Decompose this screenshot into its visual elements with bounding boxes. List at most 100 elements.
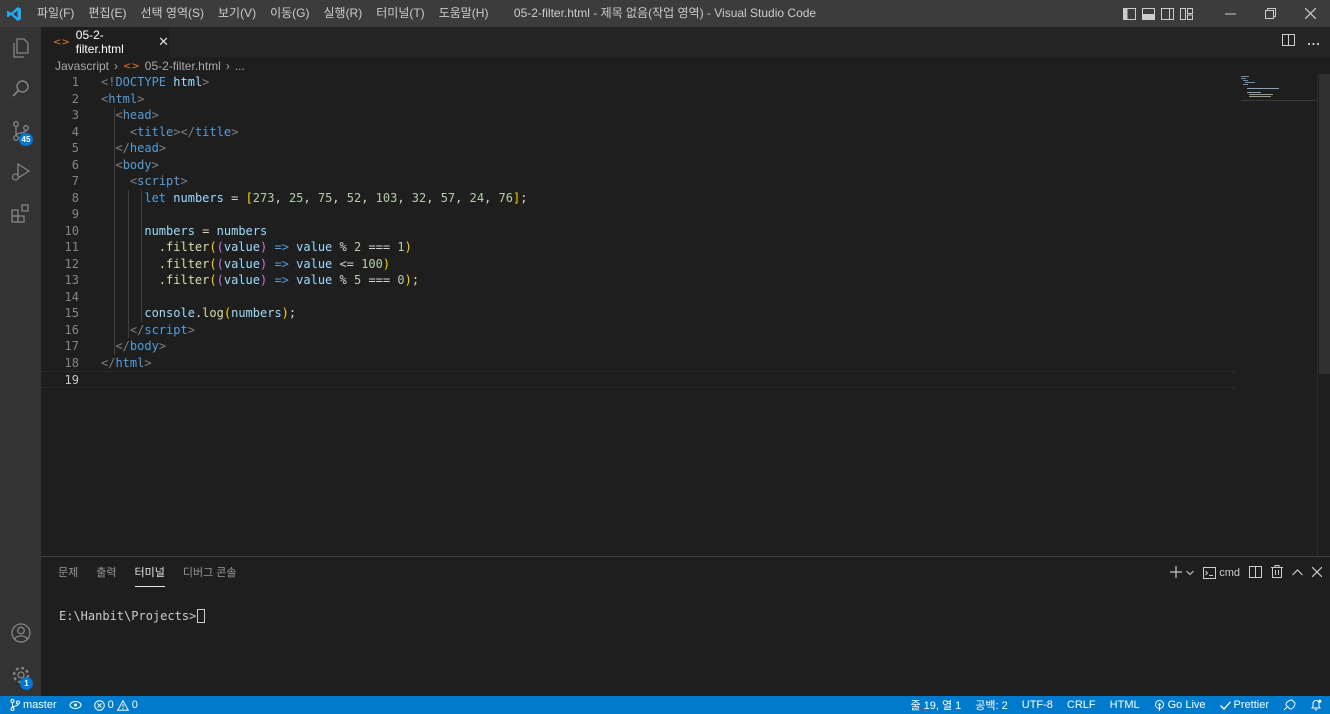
editor-tab-bar: <> 05-2-filter.html ✕ [41,27,1330,57]
terminal-selector[interactable]: cmd [1203,567,1240,579]
git-branch-label: master [23,699,57,711]
line-number: 12 [64,256,79,271]
explorer-icon[interactable] [0,28,41,68]
more-actions-icon[interactable] [1307,33,1320,51]
prettier-label: Prettier [1233,699,1269,711]
restore-icon[interactable] [1250,0,1290,27]
close-panel-icon[interactable] [1311,566,1323,580]
menu-terminal[interactable]: 터미널(T) [369,0,431,27]
code-line: 18 </html> [41,355,1236,372]
chevron-right-icon: › [225,59,230,73]
new-terminal-icon[interactable] [1170,565,1183,581]
menu-file[interactable]: 파일(F) [30,0,81,27]
menu-go[interactable]: 이동(G) [263,0,316,27]
feedback-icon[interactable] [1283,699,1296,711]
code-line: 9 [41,206,1236,223]
html-file-icon: <> [123,60,140,72]
code-line: 15 console.log(numbers); [41,305,1236,322]
breadcrumb-folder[interactable]: Javascript [55,59,109,73]
problems-status[interactable]: 0 0 [93,699,138,711]
tab-label: 05-2-filter.html [75,28,124,56]
code-line: 2 <html> [41,91,1236,108]
run-debug-icon[interactable] [0,152,41,192]
notifications-bell-icon[interactable] [1310,699,1322,711]
language-mode[interactable]: HTML [1110,699,1140,711]
extensions-icon[interactable] [0,193,41,233]
warning-count: 0 [131,699,138,711]
line-number: 7 [71,174,79,188]
menu-help[interactable]: 도움말(H) [432,0,496,27]
breadcrumb: Javascript › <> 05-2-filter.html › ... [55,58,245,74]
code-line: 1 <!DOCTYPE html> [41,74,1236,91]
line-number: 11 [64,240,79,254]
line-number: 13 [64,273,79,287]
go-live-label: Go Live [1167,699,1206,711]
activity-bar: 45 1 [0,27,41,696]
close-tab-icon[interactable]: ✕ [158,34,169,50]
broadcast-icon [1154,699,1164,711]
toggle-primary-sidebar-icon[interactable] [1120,0,1139,27]
line-number: 3 [71,108,79,122]
trash-icon[interactable] [1271,565,1283,581]
minimize-icon[interactable] [1210,0,1250,27]
terminal-cursor [197,609,206,623]
minimap[interactable] [1239,74,1317,104]
code-editor[interactable]: 1 <!DOCTYPE html> 2 <html> 3 <head> 4 <tit… [41,74,1317,556]
terminal-output[interactable]: E:\Hanbit\Projects> [59,609,206,623]
line-number: 5 [71,141,79,155]
code-line: 11 .filter((value) => value % 2 === 1) [41,239,1236,256]
settings-gear-icon[interactable]: 1 [0,655,41,695]
go-live-button[interactable]: Go Live [1154,699,1206,711]
source-control-icon[interactable]: 45 [0,111,41,151]
encoding[interactable]: UTF-8 [1022,699,1053,711]
maximize-panel-icon[interactable] [1292,567,1303,579]
toggle-panel-icon[interactable] [1139,0,1158,27]
code-line: 4 <title></title> [41,124,1236,141]
tab-05-2-filter-html[interactable]: <> 05-2-filter.html ✕ [41,27,169,57]
git-branch-status[interactable]: master [10,699,57,711]
tab-terminal[interactable]: 터미널 [134,565,165,587]
prettier-status[interactable]: Prettier [1219,699,1269,711]
line-number: 14 [64,289,79,304]
line-number: 4 [71,124,79,139]
line-number: 2 [71,91,79,106]
cursor-position[interactable]: 줄 19, 열 1 [910,697,961,713]
line-number: 15 [64,306,79,320]
menu-selection[interactable]: 선택 영역(S) [133,0,211,27]
code-line-current: 19 [41,371,1236,388]
close-window-icon[interactable] [1290,0,1330,27]
indentation[interactable]: 공백: 2 [975,697,1007,713]
code-line: 5 </head> [41,140,1236,157]
chevron-down-icon[interactable] [1186,567,1195,579]
split-terminal-icon[interactable] [1249,565,1262,581]
menu-edit[interactable]: 편집(E) [81,0,133,27]
terminal-prompt: E:\Hanbit\Projects> [59,609,197,623]
line-number: 17 [64,339,79,353]
line-number: 6 [71,157,79,172]
sync-icon[interactable] [69,700,82,710]
scrollbar-thumb[interactable] [1319,74,1330,374]
tab-problems[interactable]: 문제 [58,565,78,587]
breadcrumb-file[interactable]: 05-2-filter.html [145,59,221,73]
tab-debug-console[interactable]: 디버그 콘솔 [183,565,237,587]
code-line: 3 <head> [41,107,1236,124]
chevron-right-icon: › [114,59,119,73]
editor-scrollbar[interactable] [1317,74,1330,556]
menu-view[interactable]: 보기(V) [211,0,263,27]
vscode-logo-icon [0,0,28,27]
scm-count-badge: 45 [19,133,33,146]
line-number: 16 [64,322,79,337]
line-number: 1 [71,75,79,89]
end-of-line[interactable]: CRLF [1067,699,1096,711]
breadcrumb-symbol[interactable]: ... [235,59,245,73]
toggle-secondary-sidebar-icon[interactable] [1158,0,1177,27]
error-icon [93,699,105,711]
code-line: 13 .filter((value) => value % 5 === 0); [41,272,1236,289]
customize-layout-icon[interactable] [1177,0,1196,27]
search-icon[interactable] [0,69,41,109]
tab-output[interactable]: 출력 [96,565,116,587]
accounts-icon[interactable] [0,613,41,653]
title-bar: 파일(F) 편집(E) 선택 영역(S) 보기(V) 이동(G) 실행(R) 터… [0,0,1330,27]
split-editor-icon[interactable] [1282,33,1295,51]
menu-run[interactable]: 실행(R) [316,0,369,27]
